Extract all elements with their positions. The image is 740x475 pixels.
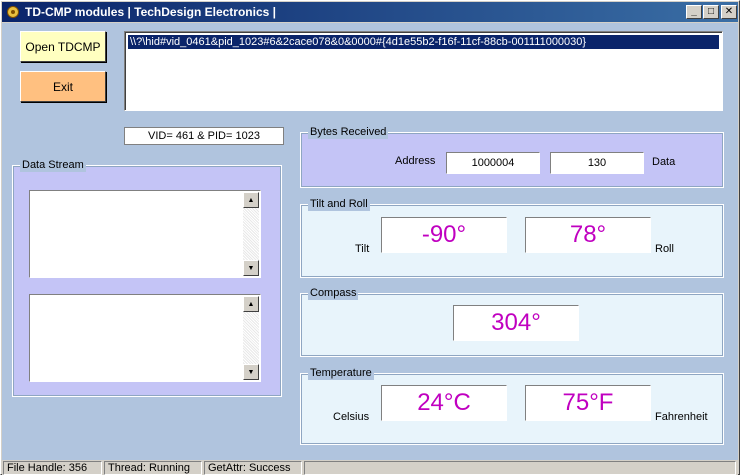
- status-getattr: GetAttr: Success: [204, 461, 302, 475]
- scroll-up-arrow-icon[interactable]: ▲: [243, 296, 259, 312]
- exit-button[interactable]: Exit: [20, 71, 106, 102]
- title-bar[interactable]: TD-CMP modules | TechDesign Electronics …: [2, 2, 738, 22]
- scroll-up-arrow-icon[interactable]: ▲: [243, 192, 259, 208]
- data-stream-textbox-2[interactable]: ▲ ▼: [29, 294, 261, 382]
- compass-label: Compass: [308, 286, 359, 300]
- compass-value-field: 304°: [453, 305, 579, 341]
- minimize-button[interactable]: _: [686, 5, 702, 19]
- roll-value-field: 78°: [525, 217, 651, 253]
- bytes-received-group: Bytes Received Address 1000004 130 Data: [300, 125, 724, 188]
- vid-pid-field: VID= 461 & PID= 1023: [124, 127, 284, 145]
- fahrenheit-value-field: 75°F: [525, 385, 651, 421]
- scrollbar[interactable]: ▲ ▼: [243, 192, 259, 276]
- address-field[interactable]: 1000004: [446, 152, 540, 174]
- compass-group: Compass 304°: [300, 286, 724, 357]
- tilt-roll-label: Tilt and Roll: [308, 197, 370, 211]
- close-button[interactable]: ✕: [721, 5, 737, 19]
- tilt-value-field: -90°: [381, 217, 507, 253]
- status-file-handle: File Handle: 356: [3, 461, 102, 475]
- device-list-item[interactable]: \\?\hid#vid_0461&pid_1023#6&2cace078&0&0…: [128, 35, 719, 49]
- temperature-label: Temperature: [308, 366, 374, 380]
- status-empty-panel: [304, 461, 736, 475]
- scrollbar[interactable]: ▲ ▼: [243, 296, 259, 380]
- address-label: Address: [395, 155, 436, 167]
- client-area: Open TDCMP Exit \\?\hid#vid_0461&pid_102…: [2, 23, 738, 460]
- tilt-label: Tilt: [355, 243, 370, 255]
- bytes-received-label: Bytes Received: [308, 125, 389, 139]
- temperature-group: Temperature Celsius 24°C 75°F Fahrenheit: [300, 366, 724, 445]
- device-list[interactable]: \\?\hid#vid_0461&pid_1023#6&2cace078&0&0…: [124, 31, 723, 111]
- celsius-value-field: 24°C: [381, 385, 507, 421]
- status-bar: File Handle: 356 Thread: Running GetAttr…: [2, 460, 738, 475]
- app-gear-icon: [5, 4, 21, 20]
- window-title: TD-CMP modules | TechDesign Electronics …: [25, 5, 276, 19]
- tilt-roll-group: Tilt and Roll Tilt -90° 78° Roll: [300, 197, 724, 278]
- scroll-down-arrow-icon[interactable]: ▼: [243, 260, 259, 276]
- data-field[interactable]: 130: [550, 152, 644, 174]
- data-stream-textbox-1[interactable]: ▲ ▼: [29, 190, 261, 278]
- data-stream-label: Data Stream: [20, 158, 86, 172]
- roll-label: Roll: [655, 243, 674, 255]
- open-tdcmp-button[interactable]: Open TDCMP: [20, 31, 106, 62]
- data-label: Data: [652, 156, 676, 168]
- celsius-label: Celsius: [333, 411, 370, 423]
- scroll-down-arrow-icon[interactable]: ▼: [243, 364, 259, 380]
- maximize-button[interactable]: □: [703, 5, 719, 19]
- fahrenheit-label: Fahrenheit: [655, 411, 708, 423]
- status-thread: Thread: Running: [104, 461, 202, 475]
- data-stream-group: Data Stream ▲ ▼ ▲ ▼: [12, 158, 282, 397]
- app-window: TD-CMP modules | TechDesign Electronics …: [0, 0, 740, 475]
